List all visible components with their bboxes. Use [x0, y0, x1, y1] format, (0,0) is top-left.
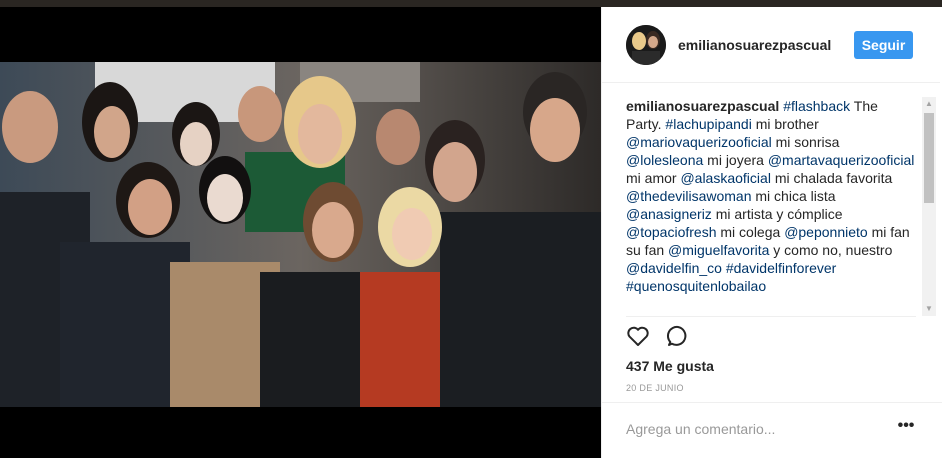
post-date: 20 DE JUNIO	[626, 383, 684, 393]
like-count[interactable]: 437 Me gusta	[626, 358, 714, 374]
divider	[626, 316, 916, 317]
caption-mention[interactable]: @lolesleona	[626, 152, 703, 168]
caption-hashtag[interactable]: #lachupipandi	[665, 116, 751, 132]
caption-mention[interactable]: @alaskaoficial	[680, 170, 770, 186]
caption-hashtag[interactable]: #davidelfinforever	[726, 260, 837, 276]
scroll-up-arrow-icon[interactable]: ▲	[922, 97, 936, 111]
post-details-panel: emilianosuarezpascual Seguir emilianosua…	[601, 7, 942, 458]
group-photo	[0, 62, 601, 407]
caption-text: mi sonrisa	[771, 134, 840, 150]
caption-username[interactable]: emilianosuarezpascual	[626, 98, 779, 114]
caption-text: y como no, nuestro	[769, 242, 893, 258]
more-options-icon[interactable]: •••	[896, 418, 916, 439]
post-photo[interactable]	[0, 62, 601, 407]
caption-text: mi artista y cómplice	[711, 206, 843, 222]
caption-mention[interactable]: @mariovaquerizooficial	[626, 134, 772, 150]
caption-text: mi colega	[716, 224, 785, 240]
heart-icon[interactable]	[626, 324, 652, 350]
caption-mention[interactable]: @peponnieto	[784, 224, 868, 240]
background-photo-strip	[0, 0, 942, 7]
comment-input[interactable]	[626, 417, 876, 441]
post-username[interactable]: emilianosuarezpascual	[678, 37, 831, 53]
comment-bubble-icon[interactable]	[666, 324, 692, 350]
caption-mention[interactable]: @davidelfin_co	[626, 260, 722, 276]
caption-text: mi chalada favorita	[770, 170, 893, 186]
divider	[602, 402, 942, 403]
caption-scrollbar[interactable]: ▲ ▼	[922, 97, 936, 316]
caption-mention[interactable]: @martavaquerizooficial	[768, 152, 915, 168]
caption-hashtag[interactable]: #flashback	[783, 98, 850, 114]
post-header: emilianosuarezpascual Seguir	[602, 7, 940, 83]
caption-mention[interactable]: @miguelfavorita	[668, 242, 769, 258]
caption-text: mi amor	[626, 170, 681, 186]
post-caption: emilianosuarezpascual #flashback The Par…	[626, 97, 916, 312]
avatar[interactable]	[626, 25, 666, 65]
caption-mention[interactable]: @thedevilisawoman	[626, 188, 752, 204]
caption-mention[interactable]: @anasigneriz	[626, 206, 712, 222]
caption-hashtag[interactable]: #quenosquitenlobailao	[626, 278, 766, 294]
follow-button[interactable]: Seguir	[854, 31, 913, 59]
post-media-viewer	[0, 7, 601, 458]
scrollbar-thumb[interactable]	[924, 113, 934, 203]
caption-text: mi joyera	[703, 152, 768, 168]
caption-text: mi chica lista	[751, 188, 836, 204]
caption-mention[interactable]: @topaciofresh	[626, 224, 716, 240]
caption-text: mi brother	[751, 116, 819, 132]
scroll-down-arrow-icon[interactable]: ▼	[922, 302, 936, 316]
